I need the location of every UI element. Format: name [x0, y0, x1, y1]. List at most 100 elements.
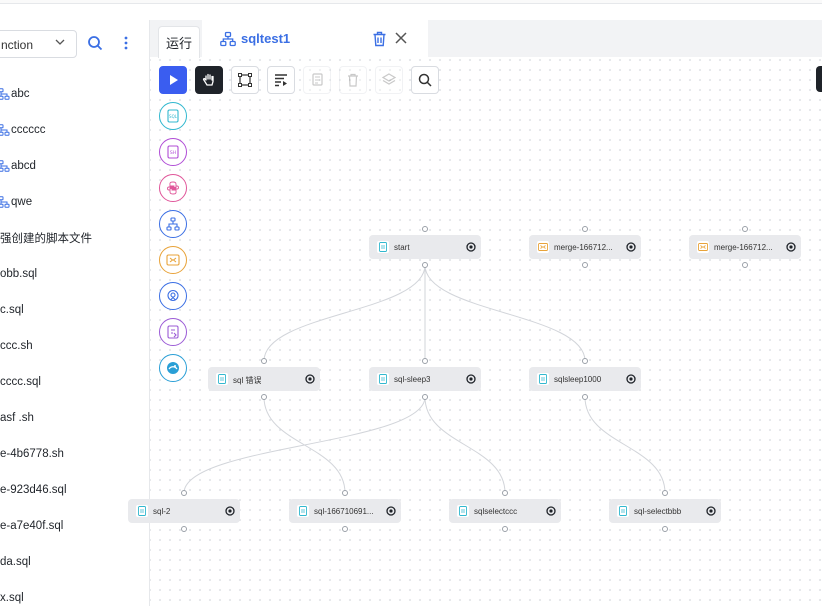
http-node-button[interactable] — [159, 282, 187, 310]
format-button[interactable] — [267, 66, 295, 94]
node-output-port[interactable] — [261, 394, 267, 400]
node-input-port[interactable] — [261, 358, 267, 364]
file-item[interactable]: obb.sql — [0, 264, 37, 284]
tab-sqltest1[interactable]: sqltest1 — [202, 20, 428, 57]
node-label: sql-166710691... — [314, 507, 374, 516]
workflow-node[interactable]: sql-2 — [128, 499, 240, 523]
subflow-node-button[interactable] — [159, 210, 187, 238]
workflow-edge[interactable] — [263, 396, 346, 494]
python-node-icon — [167, 181, 179, 195]
file-item[interactable]: asf .sh — [0, 408, 34, 428]
pan-button[interactable] — [195, 66, 223, 94]
file-item[interactable]: da.sql — [0, 552, 31, 572]
node-output-port[interactable] — [181, 526, 187, 532]
node-settings-icon[interactable] — [225, 506, 235, 516]
merge-node-icon — [537, 241, 549, 253]
subflow-node-icon — [166, 217, 180, 231]
node-output-port[interactable] — [742, 262, 748, 268]
file-item[interactable]: abc — [0, 84, 30, 104]
node-input-port[interactable] — [742, 226, 748, 232]
more-vertical-icon[interactable] — [119, 35, 133, 51]
workflow-node[interactable]: sqlselectccc — [449, 499, 561, 523]
file-item[interactable]: e-4b6778.sh — [0, 444, 64, 464]
node-settings-icon[interactable] — [546, 506, 556, 516]
node-output-port[interactable] — [582, 262, 588, 268]
node-settings-icon[interactable] — [626, 374, 636, 384]
node-output-port[interactable] — [662, 526, 668, 532]
workflow-canvas[interactable]: 运行 sqltest1 SQL SH start merge-166712... me… — [128, 20, 822, 606]
file-item-label: c.sql — [0, 304, 24, 316]
workflow-edge[interactable] — [263, 264, 426, 362]
file-item[interactable]: x.sql — [0, 588, 24, 606]
type-select[interactable]: nction — [0, 30, 77, 58]
node-output-port[interactable] — [502, 526, 508, 532]
node-output-port[interactable] — [422, 394, 428, 400]
dependent-node-button[interactable] — [159, 318, 187, 346]
file-item-label: qwe — [11, 196, 33, 208]
file-item[interactable]: ccc.sh — [0, 336, 33, 356]
workflow-edge[interactable] — [424, 396, 506, 494]
flow-icon — [220, 31, 236, 47]
file-item[interactable]: cccc.sql — [0, 372, 41, 392]
ai-node-button[interactable] — [159, 354, 187, 382]
file-item-label: asf .sh — [0, 412, 34, 424]
right-panel-toggle[interactable] — [816, 66, 822, 92]
search-icon[interactable] — [87, 35, 103, 51]
shell-node-button[interactable]: SH — [159, 138, 187, 166]
tab-run[interactable]: 运行 — [158, 26, 200, 58]
layers-button[interactable] — [375, 66, 403, 94]
node-output-port[interactable] — [342, 526, 348, 532]
merge-node-button[interactable] — [159, 246, 187, 274]
file-item[interactable]: cccccc — [0, 120, 46, 140]
copy-button[interactable] — [303, 66, 331, 94]
ai-node-icon — [167, 362, 179, 374]
node-settings-icon[interactable] — [786, 242, 796, 252]
workflow-node[interactable]: start — [369, 235, 481, 259]
file-item-label: cccc.sql — [0, 376, 41, 388]
workflow-node[interactable]: sql-166710691... — [289, 499, 401, 523]
node-output-port[interactable] — [422, 262, 428, 268]
workflow-node[interactable]: sql 错误 — [208, 367, 320, 391]
select-button[interactable] — [231, 66, 259, 94]
node-settings-icon[interactable] — [466, 242, 476, 252]
node-settings-icon[interactable] — [466, 374, 476, 384]
workflow-node[interactable]: sqlsleep1000 — [529, 367, 641, 391]
workflow-node[interactable]: sql-selectbbb — [609, 499, 721, 523]
file-item[interactable]: e-a7e40f.sql — [0, 516, 63, 536]
python-node-button[interactable] — [159, 174, 187, 202]
svg-text:SH: SH — [170, 150, 176, 156]
node-settings-icon[interactable] — [626, 242, 636, 252]
node-input-port[interactable] — [422, 226, 428, 232]
workflow-node[interactable]: sql-sleep3 — [369, 367, 481, 391]
trash-icon[interactable] — [372, 31, 387, 47]
file-item[interactable]: 强创建的脚本文件 — [0, 228, 92, 248]
search-button[interactable] — [411, 66, 439, 94]
node-input-port[interactable] — [582, 358, 588, 364]
workflow-node[interactable]: merge-166712... — [689, 235, 801, 259]
merge-node-icon — [166, 254, 180, 266]
file-item[interactable]: c.sql — [0, 300, 24, 320]
file-item[interactable]: e-923d46.sql — [0, 480, 67, 500]
file-item-label: x.sql — [0, 592, 24, 604]
run-button[interactable] — [159, 66, 187, 94]
node-settings-icon[interactable] — [706, 506, 716, 516]
file-item[interactable]: abcd — [0, 156, 36, 176]
node-input-port[interactable] — [582, 226, 588, 232]
workflow-edge[interactable] — [183, 396, 426, 494]
node-input-port[interactable] — [662, 490, 668, 496]
node-input-port[interactable] — [181, 490, 187, 496]
file-item[interactable]: qwe — [0, 192, 32, 212]
node-input-port[interactable] — [422, 358, 428, 364]
node-input-port[interactable] — [502, 490, 508, 496]
workflow-edge[interactable] — [424, 264, 586, 362]
workflow-node[interactable]: merge-166712... — [529, 235, 641, 259]
node-settings-icon[interactable] — [305, 374, 315, 384]
close-icon[interactable] — [394, 31, 408, 45]
workflow-edge[interactable] — [584, 396, 666, 494]
file-item-label: da.sql — [0, 556, 31, 568]
sql-node-button[interactable]: SQL — [159, 102, 187, 130]
node-input-port[interactable] — [342, 490, 348, 496]
node-output-port[interactable] — [582, 394, 588, 400]
node-settings-icon[interactable] — [386, 506, 396, 516]
delete-button[interactable] — [339, 66, 367, 94]
